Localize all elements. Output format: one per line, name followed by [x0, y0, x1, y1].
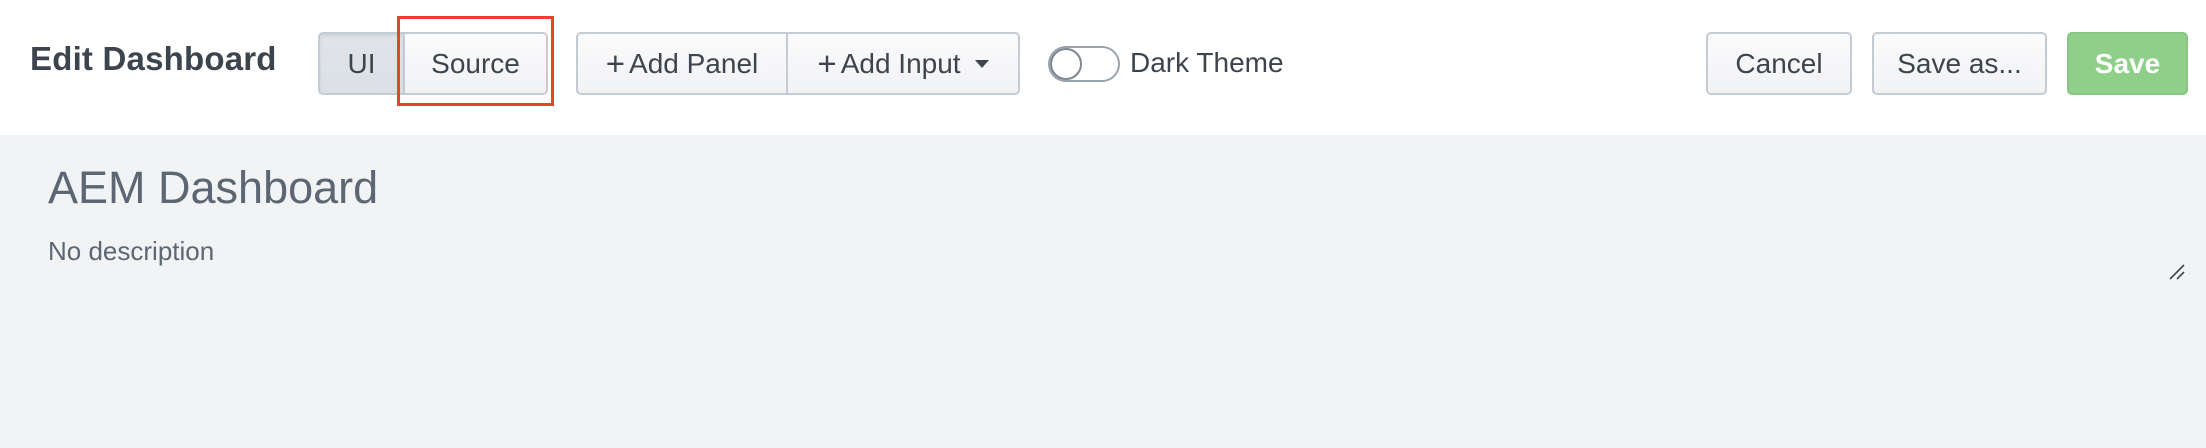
tab-source[interactable]: Source — [403, 32, 548, 95]
dashboard-title[interactable]: AEM Dashboard — [48, 162, 378, 214]
add-panel-button[interactable]: + Add Panel — [576, 32, 788, 95]
tab-ui[interactable]: UI — [318, 32, 405, 95]
save-as-button[interactable]: Save as... — [1872, 32, 2047, 95]
dashboard-content: AEM Dashboard No description — [0, 135, 2206, 448]
dashboard-description[interactable]: No description — [48, 236, 214, 267]
caret-down-icon — [974, 59, 989, 68]
toggle-knob — [1050, 48, 1082, 80]
cancel-label: Cancel — [1735, 47, 1823, 79]
page-title: Edit Dashboard — [30, 40, 277, 77]
save-label: Save — [2094, 47, 2161, 79]
tab-source-label: Source — [431, 47, 520, 79]
edit-toolbar: Edit Dashboard UI Source + Add Panel + A… — [0, 0, 2206, 135]
resize-handle-icon[interactable] — [2168, 263, 2186, 281]
tab-ui-label: UI — [347, 47, 376, 79]
add-panel-label: Add Panel — [629, 47, 759, 79]
add-input-button[interactable]: + Add Input — [786, 32, 1020, 95]
dark-theme-label: Dark Theme — [1130, 47, 1284, 78]
plus-icon: + — [605, 45, 626, 82]
save-button[interactable]: Save — [2067, 32, 2188, 95]
plus-icon: + — [817, 45, 837, 82]
add-input-label: Add Input — [840, 47, 961, 79]
cancel-button[interactable]: Cancel — [1706, 32, 1852, 95]
save-as-label: Save as... — [1897, 47, 2022, 79]
dark-theme-toggle[interactable] — [1048, 46, 1120, 82]
